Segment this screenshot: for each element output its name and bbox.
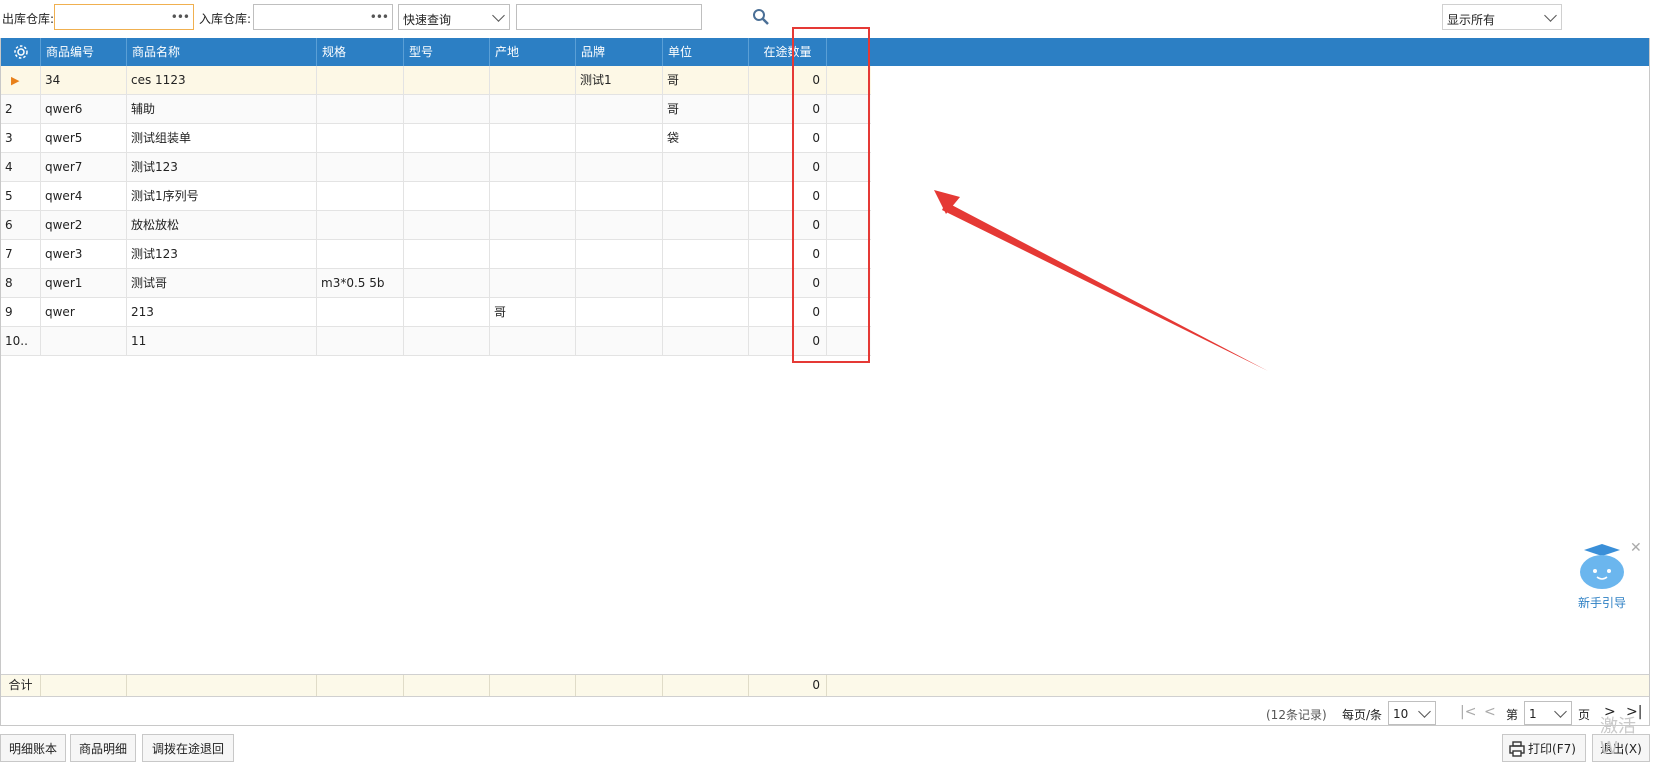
prev-page-icon[interactable]: <	[1484, 704, 1496, 720]
bottom-bar: 明细账本 商品明细 调拨在途退回 打印(F7) 退出(X)	[0, 730, 1654, 768]
per-page-value: 10	[1393, 707, 1409, 721]
page-value: 1	[1529, 707, 1537, 721]
chevron-down-icon	[1418, 705, 1431, 718]
activation-watermark: 激活 W	[1600, 716, 1636, 759]
chevron-down-icon	[1554, 705, 1567, 718]
per-page-label: 每页/条	[1342, 708, 1383, 722]
guide-label: 新手引导	[1578, 596, 1627, 610]
record-count: (12条记录)	[1266, 708, 1327, 722]
page-select[interactable]: 1	[1524, 701, 1572, 725]
page-suffix: 页	[1578, 708, 1591, 722]
per-page-select[interactable]: 10	[1388, 701, 1436, 725]
close-icon[interactable]: ✕	[1630, 540, 1642, 556]
print-button[interactable]: 打印(F7)	[1502, 734, 1586, 762]
page-prefix: 第	[1506, 708, 1519, 722]
pagination: (12条记录) 每页/条 10 |< < 第 1 页 > >|	[0, 700, 1654, 726]
goods-detail-button[interactable]: 商品明细	[70, 734, 136, 762]
transfer-return-button[interactable]: 调拨在途退回	[142, 734, 234, 762]
annotation-arrow	[934, 190, 1268, 371]
guide-mascot-icon	[1580, 544, 1624, 589]
beginner-guide[interactable]: ✕ 新手引导	[1572, 540, 1642, 612]
detail-ledger-button[interactable]: 明细账本	[0, 734, 66, 762]
printer-icon	[1509, 741, 1525, 757]
print-label: 打印(F7)	[1528, 742, 1576, 756]
first-page-icon[interactable]: |<	[1460, 704, 1476, 720]
